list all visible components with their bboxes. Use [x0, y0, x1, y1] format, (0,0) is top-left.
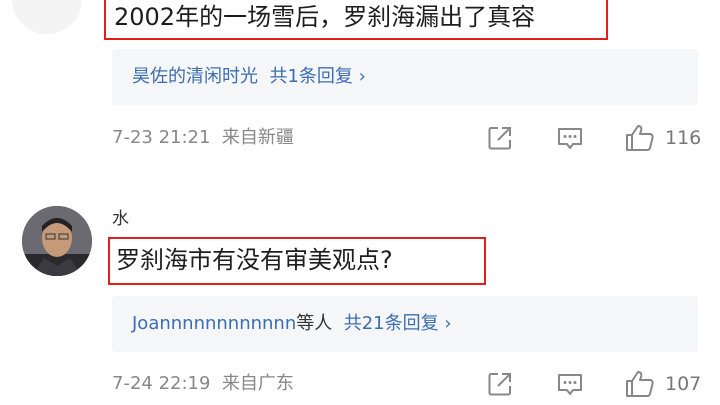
comment-icon [558, 374, 582, 395]
like-button[interactable] [624, 368, 656, 400]
comment-time: 7-23 21:21 [112, 127, 211, 148]
reply-count-link[interactable]: 共1条回复 [269, 66, 352, 87]
like-button[interactable] [624, 122, 656, 154]
comment-button[interactable] [556, 370, 584, 398]
reply-panel[interactable]: 昊佐的清闲时光 共1条回复 › [112, 49, 698, 105]
like-count: 107 [665, 373, 702, 395]
comment-location: 来自新疆 [221, 127, 294, 148]
reply-author-link[interactable]: 昊佐的清闲时光 [132, 66, 258, 87]
comment-meta: 7-24 22:19 来自广东 [112, 372, 294, 396]
share-icon [488, 373, 511, 396]
reply-summary[interactable]: Joannnnnnnnnnnn等人 共21条回复 › [132, 311, 452, 337]
avatar-photo [22, 206, 92, 276]
thumbs-up-icon [626, 371, 654, 397]
comment-icon [558, 128, 582, 149]
reply-summary[interactable]: 昊佐的清闲时光 共1条回复 › [132, 64, 366, 90]
avatar[interactable] [12, 0, 82, 34]
thumbs-up-icon [626, 125, 654, 151]
chevron-right-icon: › [444, 313, 452, 334]
share-button[interactable] [486, 370, 514, 398]
comment-text: 罗刹海市有没有审美观点? [116, 246, 393, 274]
reply-count-link[interactable]: 共21条回复 [344, 313, 439, 334]
username[interactable]: 水 [112, 204, 129, 229]
comment-button[interactable] [556, 124, 584, 152]
reply-author-link[interactable]: Joannnnnnnnnnnn [132, 313, 296, 334]
reply-panel[interactable]: Joannnnnnnnnnnn等人 共21条回复 › [112, 296, 698, 352]
share-button[interactable] [486, 124, 514, 152]
like-count: 116 [665, 127, 702, 149]
comment-time: 7-24 22:19 [112, 373, 211, 394]
chevron-right-icon: › [358, 66, 366, 87]
share-icon [488, 127, 511, 150]
comment-meta: 7-23 21:21 来自新疆 [112, 126, 294, 150]
comment-text: 2002年的一场雪后，罗刹海漏出了真容 [114, 3, 536, 31]
comment-location: 来自广东 [221, 373, 294, 394]
avatar-illustration [12, 0, 82, 34]
reply-others: 等人 [296, 313, 333, 334]
avatar[interactable] [22, 206, 92, 276]
